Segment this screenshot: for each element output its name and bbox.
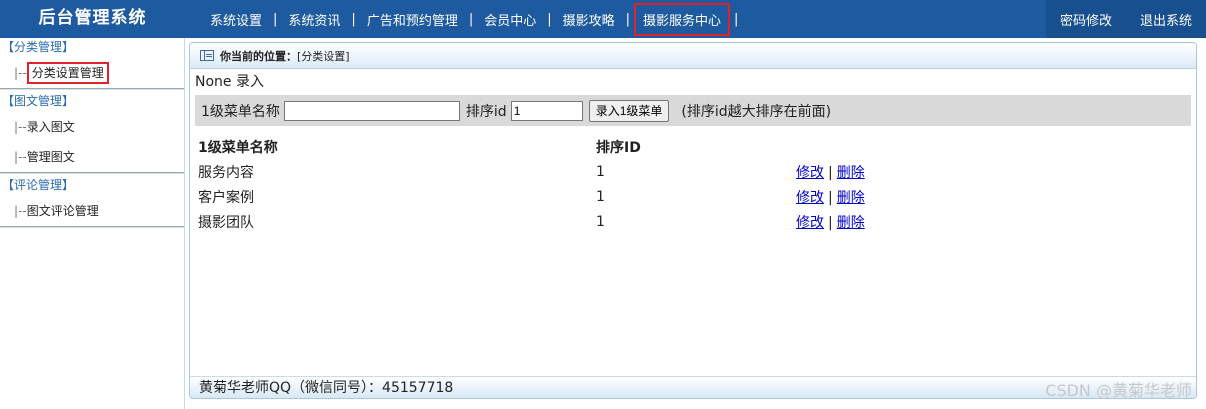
delete-link[interactable]: 删除: [837, 215, 865, 231]
location-value: [分类设置]: [297, 49, 350, 63]
add-menu-form: 1级菜单名称 排序id 录入1级菜单 (排序id越大排序在前面): [195, 95, 1191, 126]
sidebar-divider: [0, 88, 184, 90]
sidebar: 【分类管理】 |-- 分类设置管理 【图文管理】 |--录入图文 |--管理图文 …: [0, 38, 185, 409]
table-row: 摄影团队 1 修改 | 删除: [198, 209, 996, 234]
sidebar-group-comment[interactable]: 【评论管理】: [0, 176, 184, 196]
sidebar-divider: [0, 226, 184, 228]
watermark: CSDN @黄菊华老师: [1045, 381, 1192, 400]
tree-prefix: |--: [14, 150, 27, 164]
action-separator: |: [828, 214, 833, 231]
header-account-area: 密码修改 退出系统: [1046, 0, 1206, 38]
menu-name-input[interactable]: [283, 100, 460, 121]
nav-member-center[interactable]: 会员中心: [474, 10, 546, 29]
tree-prefix: |--: [14, 204, 27, 218]
action-separator: |: [828, 189, 833, 206]
cell-actions: 修改 | 删除: [796, 209, 996, 234]
tree-prefix: |--: [14, 120, 27, 134]
cell-name: 服务内容: [198, 164, 254, 181]
order-id-input[interactable]: [510, 100, 583, 121]
sidebar-item-comment-manage[interactable]: |--图文评论管理: [0, 196, 184, 226]
column-header-actions: [796, 134, 996, 159]
sidebar-item-label: 分类设置管理: [26, 62, 109, 84]
nav-system-settings[interactable]: 系统设置: [200, 10, 272, 29]
sidebar-item-category-settings[interactable]: |-- 分类设置管理: [0, 58, 184, 88]
edit-link[interactable]: 修改: [796, 190, 824, 206]
nav-separator: |: [734, 11, 739, 27]
order-id-label: 排序id: [465, 103, 507, 120]
mode-text: None 录入: [195, 74, 264, 90]
sidebar-group-article[interactable]: 【图文管理】: [0, 92, 184, 112]
sidebar-item-label: 管理图文: [26, 150, 75, 164]
add-menu-button[interactable]: 录入1级菜单: [588, 99, 670, 122]
nav-photo-guide[interactable]: 摄影攻略: [553, 10, 625, 29]
nav-photo-service-center[interactable]: 摄影服务中心: [634, 2, 731, 36]
delete-link[interactable]: 删除: [837, 190, 865, 206]
sidebar-item-add-article[interactable]: |--录入图文: [0, 112, 184, 142]
edit-link[interactable]: 修改: [796, 215, 824, 231]
column-header-order: 排序ID: [596, 139, 641, 156]
nav-separator: |: [625, 11, 631, 27]
action-separator: |: [828, 164, 833, 181]
location-label: 你当前的位置：: [220, 49, 297, 63]
nav-ads-booking[interactable]: 广告和预约管理: [357, 10, 468, 29]
cell-actions: 修改 | 删除: [796, 159, 996, 184]
sidebar-item-label: 录入图文: [26, 120, 75, 134]
edit-link[interactable]: 修改: [796, 165, 824, 181]
menu-name-label: 1级菜单名称: [201, 103, 280, 120]
cell-order: 1: [596, 188, 605, 205]
tree-prefix: |--: [14, 66, 27, 80]
sidebar-item-manage-article[interactable]: |--管理图文: [0, 142, 184, 172]
sidebar-group-category[interactable]: 【分类管理】: [0, 38, 184, 58]
top-nav: 系统设置 | 系统资讯 | 广告和预约管理 | 会员中心 | 摄影攻略 | 摄影…: [200, 0, 739, 38]
cell-order: 1: [596, 163, 605, 180]
main-panel: 你当前的位置： [分类设置] None 录入 1级菜单名称 排序id 录入1级菜…: [189, 42, 1197, 399]
sidebar-item-label: 图文评论管理: [26, 204, 99, 218]
window-icon: [200, 50, 214, 61]
order-hint: (排序id越大排序在前面): [681, 103, 832, 120]
cell-name: 客户案例: [198, 189, 254, 206]
table-row: 客户案例 1 修改 | 删除: [198, 184, 996, 209]
cell-order: 1: [596, 213, 605, 230]
cell-actions: 修改 | 删除: [796, 184, 996, 209]
sidebar-divider: [0, 172, 184, 174]
delete-link[interactable]: 删除: [837, 165, 865, 181]
column-header-name: 1级菜单名称: [198, 139, 278, 156]
brand-title: 后台管理系统: [38, 8, 147, 28]
table-row: 服务内容 1 修改 | 删除: [198, 159, 996, 184]
menu-table: 1级菜单名称 排序ID 服务内容 1 修改 | 删除 客户案例 1 修改 | 删除 摄影…: [198, 134, 996, 234]
logout-link[interactable]: 退出系统: [1140, 10, 1192, 29]
top-header: 后台管理系统 系统设置 | 系统资讯 | 广告和预约管理 | 会员中心 | 摄影…: [0, 0, 1206, 38]
cell-name: 摄影团队: [198, 214, 254, 231]
table-header-row: 1级菜单名称 排序ID: [198, 134, 996, 159]
breadcrumb: 你当前的位置： [分类设置]: [190, 43, 1196, 69]
password-change-link[interactable]: 密码修改: [1060, 10, 1112, 29]
nav-system-news[interactable]: 系统资讯: [278, 10, 350, 29]
